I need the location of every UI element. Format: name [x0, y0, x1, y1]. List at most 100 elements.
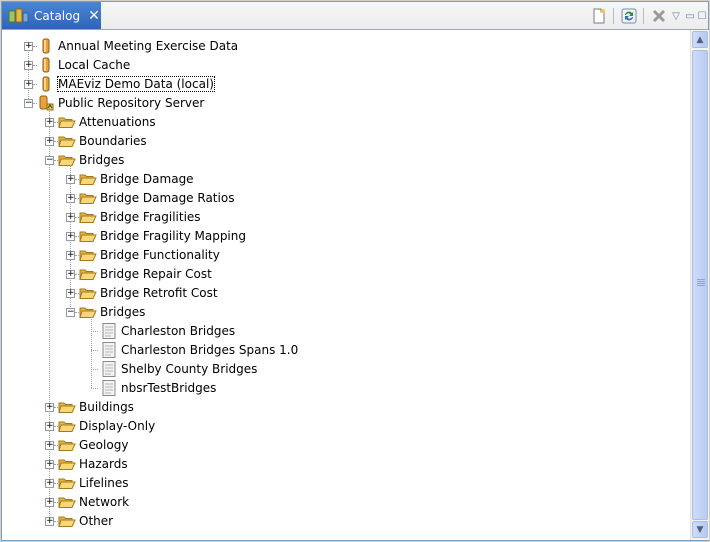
folder-icon [79, 247, 97, 263]
database-icon [37, 57, 55, 73]
catalog-view: Catalog ✕ ▽ ▭ ☐ + Annual Meeting Exercis… [1, 1, 709, 541]
folder-icon [79, 228, 97, 244]
tree-dataset-item[interactable]: Charleston Bridges Spans 1.0 [121, 343, 298, 357]
database-icon [37, 38, 55, 54]
new-icon[interactable] [589, 6, 609, 26]
expand-toggle[interactable]: + [66, 194, 75, 203]
tree-connector [91, 388, 98, 389]
tree-connector [91, 369, 98, 370]
tree-folder-item[interactable]: Boundaries [79, 134, 147, 148]
folder-icon [58, 456, 76, 472]
expand-toggle[interactable]: + [24, 61, 33, 70]
tree-folder-item[interactable]: Bridge Damage [100, 172, 194, 186]
tree-connector [28, 46, 29, 103]
collapse-toggle[interactable]: − [66, 308, 75, 317]
collapse-toggle[interactable]: − [24, 99, 33, 108]
folder-icon [58, 114, 76, 130]
toolbar-separator [613, 8, 614, 24]
tree-folder-item[interactable]: Bridge Retrofit Cost [100, 286, 218, 300]
expand-toggle[interactable]: + [45, 441, 54, 450]
folder-icon [79, 190, 97, 206]
expand-toggle[interactable]: + [45, 479, 54, 488]
folder-icon [79, 171, 97, 187]
expand-toggle[interactable]: + [45, 517, 54, 526]
tree-folder-item[interactable]: Display-Only [79, 419, 155, 433]
tree-root-item[interactable]: MAEviz Demo Data (local) [57, 76, 215, 92]
tree-folder-item[interactable]: Network [79, 495, 129, 509]
tree-folder-item[interactable]: Hazards [79, 457, 128, 471]
expand-toggle[interactable]: + [66, 270, 75, 279]
tree-folder-item[interactable]: Bridges [100, 305, 145, 319]
tree-folder-item[interactable]: Bridge Damage Ratios [100, 191, 234, 205]
tab-title: Catalog [34, 8, 81, 23]
refresh-icon[interactable] [619, 6, 639, 26]
dataset-icon [100, 342, 118, 358]
tree-folder-item[interactable]: Attenuations [79, 115, 156, 129]
tree-folder-item[interactable]: Bridge Fragility Mapping [100, 229, 246, 243]
tree-root-item[interactable]: Annual Meeting Exercise Data [58, 39, 238, 53]
expand-toggle[interactable]: + [45, 118, 54, 127]
folder-icon [79, 285, 97, 301]
expand-toggle[interactable]: + [66, 289, 75, 298]
dataset-icon [100, 361, 118, 377]
tree-dataset-item[interactable]: nbsrTestBridges [121, 381, 216, 395]
tree-folder-item[interactable]: Other [79, 514, 113, 528]
expand-toggle[interactable]: + [66, 232, 75, 241]
database-icon [37, 76, 55, 92]
tree-connector [91, 350, 98, 351]
tree-folder-item[interactable]: Bridge Functionality [100, 248, 220, 262]
scroll-up-button[interactable]: ▲ [692, 31, 708, 48]
folder-icon [58, 475, 76, 491]
tree-folder-item[interactable]: Buildings [79, 400, 134, 414]
view-title-bar: Catalog ✕ ▽ ▭ ☐ [2, 2, 708, 30]
dataset-icon [100, 323, 118, 339]
expand-toggle[interactable]: + [24, 42, 33, 51]
tree-dataset-item[interactable]: Shelby County Bridges [121, 362, 257, 376]
expand-toggle[interactable]: + [45, 498, 54, 507]
expand-toggle[interactable]: + [66, 251, 75, 260]
remove-icon[interactable] [649, 6, 669, 26]
scroll-grip [697, 279, 705, 286]
tree-folder-item[interactable]: Geology [79, 438, 128, 452]
folder-icon [79, 266, 97, 282]
tree-connector [91, 317, 92, 388]
folder-icon [58, 494, 76, 510]
expand-toggle[interactable]: + [45, 137, 54, 146]
maximize-icon[interactable]: ☐ [696, 6, 708, 26]
tree-root-item[interactable]: Public Repository Server [58, 96, 204, 110]
minimize-icon[interactable]: ▭ [684, 6, 696, 26]
tree-folder-item[interactable]: Bridge Fragilities [100, 210, 201, 224]
expand-toggle[interactable]: + [45, 403, 54, 412]
toolbar-separator [643, 8, 644, 24]
tree-root-item[interactable]: Local Cache [58, 58, 130, 72]
expand-toggle[interactable]: + [66, 213, 75, 222]
folder-icon [58, 513, 76, 529]
tree-folder-item[interactable]: Bridge Repair Cost [100, 267, 212, 281]
tree-folder-item[interactable]: Bridges [79, 153, 124, 167]
folder-icon [79, 209, 97, 225]
expand-toggle[interactable]: + [45, 460, 54, 469]
tab-catalog[interactable]: Catalog ✕ [2, 2, 101, 29]
tree-dataset-item[interactable]: Charleston Bridges [121, 324, 235, 338]
view-menu-icon[interactable]: ▽ [670, 6, 682, 26]
folder-icon [58, 152, 76, 168]
close-icon[interactable]: ✕ [88, 8, 100, 24]
tree-connector [91, 331, 98, 332]
server-icon [37, 95, 55, 111]
folder-icon [58, 418, 76, 434]
expand-toggle[interactable]: + [66, 175, 75, 184]
catalog-icon [8, 8, 30, 24]
vertical-scrollbar[interactable]: ▲ ▼ [690, 30, 709, 540]
scroll-down-button[interactable]: ▼ [692, 521, 708, 538]
folder-icon [58, 133, 76, 149]
tree-folder-item[interactable]: Lifelines [79, 476, 129, 490]
dataset-icon [100, 380, 118, 396]
catalog-tree[interactable]: + Annual Meeting Exercise Data + Local Cach… [2, 30, 690, 540]
folder-icon [58, 399, 76, 415]
collapse-toggle[interactable]: − [45, 156, 54, 165]
folder-icon [79, 304, 97, 320]
scroll-thumb[interactable] [692, 50, 708, 520]
folder-icon [58, 437, 76, 453]
expand-toggle[interactable]: + [45, 422, 54, 431]
expand-toggle[interactable]: + [24, 80, 33, 89]
